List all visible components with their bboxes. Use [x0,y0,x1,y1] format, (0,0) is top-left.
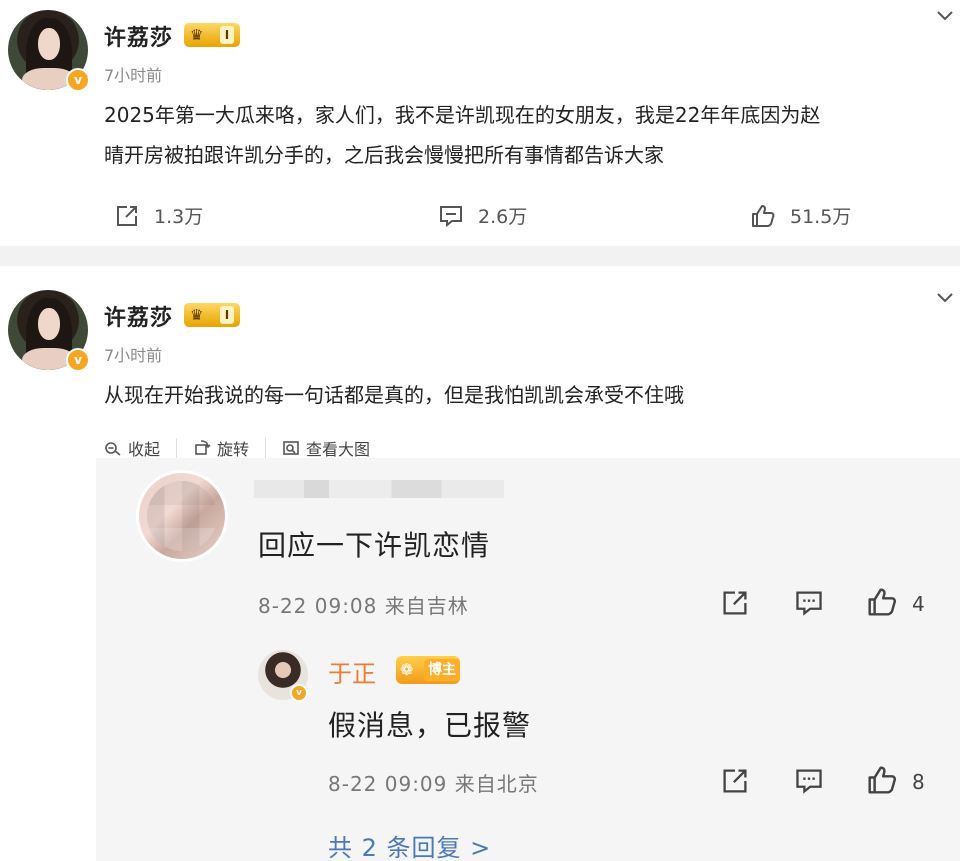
divider [265,438,267,458]
verified-badge-icon: v [66,68,90,92]
crown-icon: ♛ [190,26,204,44]
verified-badge-icon: v [66,348,90,372]
post-text: 从现在开始我说的每一句话都是真的，但是我怕凯凯会承受不住哦 [104,383,684,407]
collapse-icon [105,442,121,456]
repost-button[interactable]: 1.3万 [114,202,203,229]
chevron-down-icon[interactable] [936,10,954,22]
reply-icon[interactable] [794,766,824,796]
chevron-down-icon[interactable] [936,292,954,304]
verified-badge-icon: v [290,684,308,702]
comment-button[interactable]: 2.6万 [438,202,527,229]
more-replies-link[interactable]: 共 2 条回复 > [328,828,491,861]
reply-like-count: 8 [912,770,925,794]
repost-count: 1.3万 [154,206,204,228]
thumbs-up-icon[interactable] [866,764,898,796]
level-label: I [220,306,234,324]
view-large-button[interactable]: 查看大图 [282,436,370,460]
author-name[interactable]: 许荔莎 [104,20,173,52]
post-time: 7小时前 [104,346,163,365]
badge-icon: ❁ [400,660,414,679]
collapse-label: 收起 [128,440,161,459]
repost-icon [117,205,137,226]
rotate-icon [195,440,211,455]
thumbs-up-icon[interactable] [866,586,898,618]
comment-icon [440,205,462,227]
comment-count: 2.6万 [478,206,528,228]
collapse-button[interactable]: 收起 [104,436,160,460]
post-card-1: v 许荔莎 ♛ I 7小时前 2025年第一大瓜来咯，家人们，我不是许凯现在的女… [0,0,960,246]
commenter-avatar-blurred[interactable] [136,470,228,562]
like-button[interactable]: 51.5万 [750,202,851,229]
post-card-2: v 许荔莎 ♛ I 7小时前 从现在开始我说的每一句话都是真的，但是我怕凯凯会承… [0,266,960,861]
reply-text: 假消息，已报警 [328,709,532,742]
like-count: 51.5万 [790,206,852,228]
reply-author-name[interactable]: 于正 [328,654,376,689]
image-actions-bar: 收起 旋转 查看大图 [104,436,370,460]
view-large-label: 查看大图 [306,440,371,459]
reply-meta: 8-22 09:09 来自北京 [328,772,539,796]
comment-like-count: 4 [912,592,925,616]
author-name[interactable]: 许荔莎 [104,300,173,332]
reply-icon[interactable] [794,588,824,618]
rotate-button[interactable]: 旋转 [193,436,249,460]
repost-icon[interactable] [720,588,750,618]
comment-meta: 8-22 09:08 来自吉林 [258,594,469,618]
vip-level-badge: ♛ I [184,303,240,327]
post-text-line-1: 2025年第一大瓜来咯，家人们，我不是许凯现在的女朋友，我是22年年底因为赵 [104,103,821,127]
rotate-label: 旋转 [217,440,250,459]
divider [176,438,178,458]
commenter-name-blurred[interactable] [254,480,504,498]
repost-icon[interactable] [720,766,750,796]
author-badge: ❁ 博主 [396,656,460,684]
post-time: 7小时前 [104,66,163,85]
crown-icon: ♛ [190,306,204,324]
level-label: I [220,26,234,44]
comment-text: 回应一下许凯恋情 [258,529,491,562]
view-large-icon [283,441,299,455]
post-text-line-2: 晴开房被拍跟许凯分手的，之后我会慢慢把所有事情都告诉大家 [104,143,664,167]
thumbs-up-icon [752,204,775,227]
vip-level-badge: ♛ I [184,23,240,47]
author-badge-label: 博主 [424,659,460,681]
